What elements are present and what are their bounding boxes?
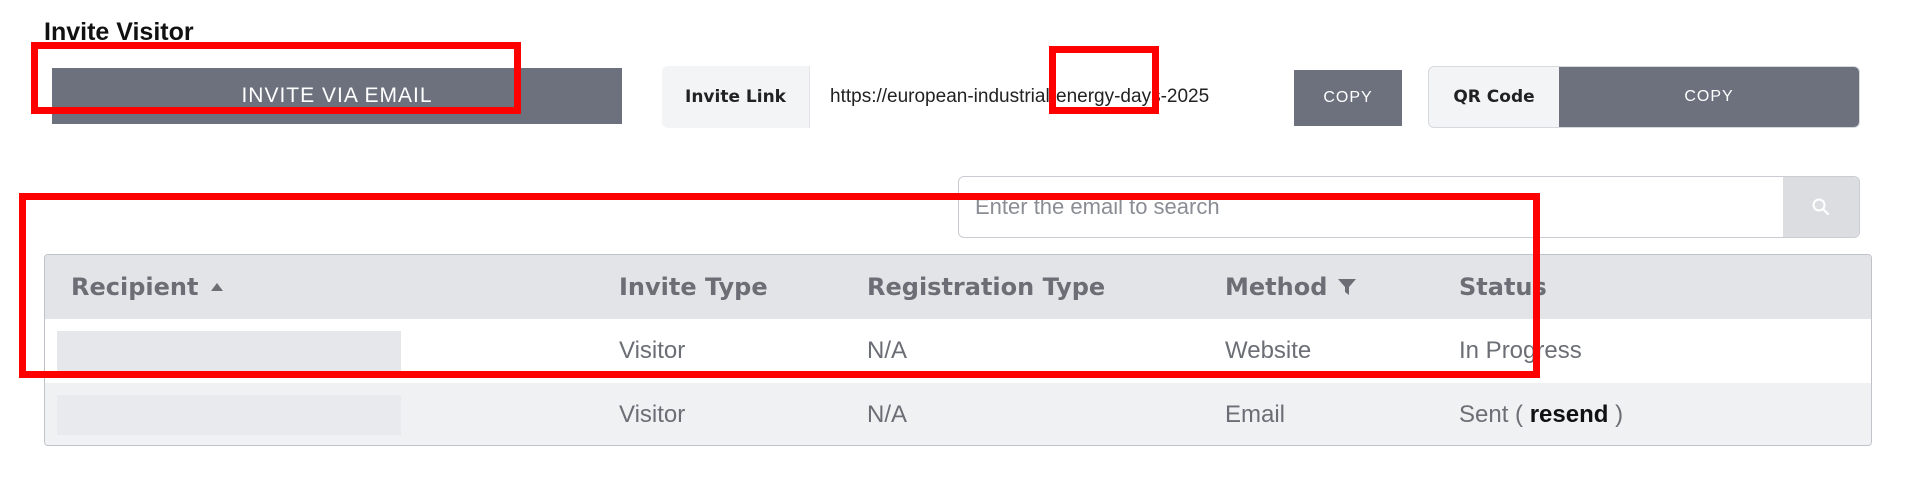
qr-code-group: QR Code COPY: [1428, 66, 1860, 128]
cell-status: Sent ( resend ): [1459, 383, 1624, 445]
cell-registration-type: N/A: [867, 401, 908, 428]
search-icon: [1812, 198, 1830, 216]
highlight-box-copy-link: [1049, 46, 1159, 114]
invite-link-group: Invite Link https://european-industrial-…: [662, 66, 1400, 128]
copy-invite-link-button[interactable]: COPY: [1294, 70, 1402, 126]
invite-link-label: Invite Link: [662, 66, 810, 128]
status-suffix: ): [1615, 401, 1624, 428]
cell-method: Email: [1225, 401, 1286, 428]
recipient-placeholder: [57, 395, 401, 435]
cell-invite-type: Visitor: [619, 401, 686, 428]
highlight-box-invite-email: [31, 42, 521, 114]
status-prefix: Sent (: [1459, 401, 1524, 428]
copy-qr-code-button[interactable]: COPY: [1559, 67, 1859, 127]
highlight-box-table: [19, 193, 1540, 378]
table-row: Visitor N/A Email Sent ( resend ): [45, 383, 1871, 445]
qr-code-label: QR Code: [1453, 87, 1535, 107]
search-button[interactable]: [1783, 177, 1859, 237]
resend-link[interactable]: resend: [1530, 401, 1609, 429]
